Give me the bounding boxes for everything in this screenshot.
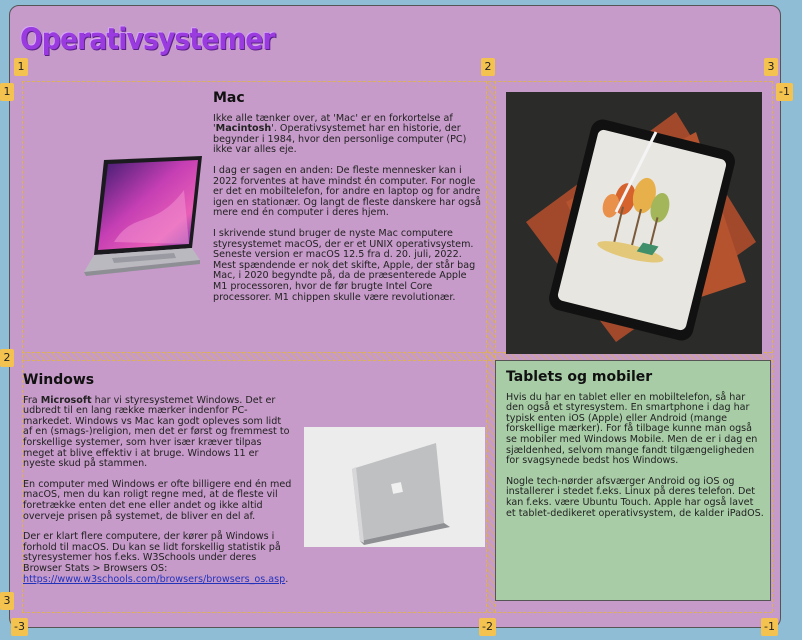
grid-badge: -3 [11, 618, 28, 636]
grid-badge: -1 [776, 83, 793, 101]
windows-laptop-image [304, 427, 485, 547]
windows-text: Fra [23, 394, 41, 406]
windows-paragraph-1: Fra Microsoft har vi styresystemet Windo… [23, 394, 293, 470]
grid-badge: -2 [479, 618, 496, 636]
tablets-heading: Tablets og mobiler [506, 369, 653, 385]
grid-badge: 1 [0, 83, 14, 101]
grid-badge: 3 [0, 592, 14, 610]
macbook-image [24, 150, 204, 278]
grid-badge: -1 [761, 618, 778, 636]
grid-badge: 2 [0, 349, 14, 367]
tablets-paragraph-2: Nogle tech-nørder afsværger Android og i… [506, 475, 764, 519]
grid-badge: 3 [764, 58, 778, 76]
mac-paragraph-2: I dag er sagen en anden: De fleste menne… [213, 164, 481, 219]
tablets-section: Tablets og mobiler Hvis du har en tablet… [506, 369, 764, 529]
mac-heading: Mac [213, 90, 245, 106]
grid-column-gap [486, 82, 495, 612]
grid-badge: 1 [14, 58, 28, 76]
windows-bold: Microsoft [40, 394, 92, 406]
mac-paragraph-3: I skrivende stund bruger de nyste Mac co… [213, 227, 476, 303]
mac-paragraph-1: Ikke alle tænker over, at 'Mac' er en fo… [213, 113, 483, 156]
windows-text: har vi styresystemet Windows. Det er udb… [23, 394, 290, 470]
windows-paragraph-2: En computer med Windows er ofte billiger… [23, 478, 292, 522]
page-title: Operativsystemer [20, 22, 276, 56]
windows-section: Windows Fra Microsoft har vi styresystem… [23, 372, 293, 595]
grid-badge: 2 [481, 58, 495, 76]
windows-heading: Windows [23, 372, 95, 388]
windows-text: . [285, 573, 289, 585]
w3schools-link[interactable]: https://www.w3schools.com/browsers/brows… [23, 574, 285, 585]
windows-paragraph-3: Der er klart flere computere, der kører … [23, 531, 293, 585]
mac-section: Mac Ikke alle tænker over, at 'Mac' er e… [213, 90, 483, 313]
mac-bold: Macintosh [215, 123, 272, 135]
windows-text: Der er klart flere computere, der kører … [23, 531, 281, 574]
tablet-image [506, 92, 762, 354]
tablets-paragraph-1: Hvis du har en tablet eller en mobiltele… [506, 391, 758, 467]
